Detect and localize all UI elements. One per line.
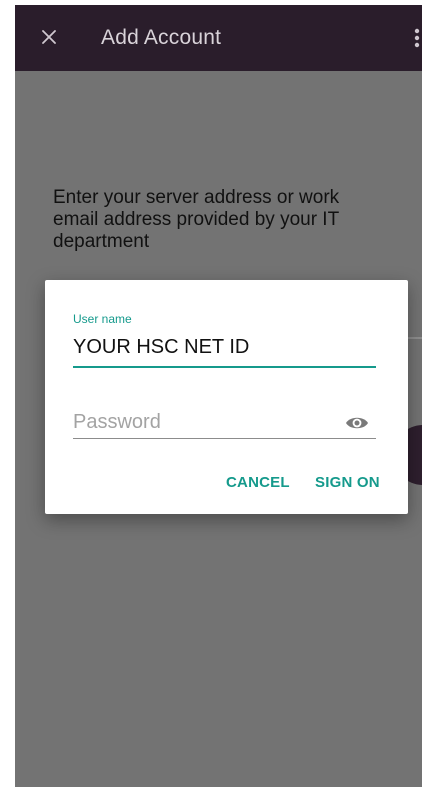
username-underline xyxy=(73,366,376,368)
password-field[interactable] xyxy=(73,408,343,436)
eye-icon[interactable] xyxy=(345,414,369,432)
page-title: Add Account xyxy=(101,26,222,49)
sign-on-button[interactable]: SIGN ON xyxy=(315,474,380,491)
sign-in-dialog: User name YOUR HSC NET ID CANCEL SIGN ON xyxy=(45,280,408,514)
close-icon[interactable] xyxy=(37,25,61,49)
instruction-text: Enter your server address or work email … xyxy=(53,187,340,252)
username-label: User name xyxy=(73,312,132,326)
username-field[interactable]: YOUR HSC NET ID xyxy=(73,336,249,359)
cancel-button[interactable]: CANCEL xyxy=(226,474,290,491)
app-screen: Add Account Enter your server address or… xyxy=(15,5,422,787)
app-bar: Add Account xyxy=(15,5,422,71)
password-underline xyxy=(73,438,376,439)
more-vert-icon[interactable] xyxy=(412,27,422,49)
